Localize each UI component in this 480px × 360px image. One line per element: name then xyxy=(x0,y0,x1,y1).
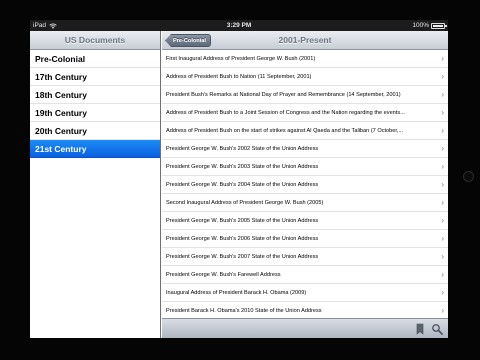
document-row[interactable]: President George W. Bush's 2003 State of… xyxy=(162,158,448,176)
chevron-right-icon: › xyxy=(441,306,444,315)
chevron-right-icon: › xyxy=(441,198,444,207)
home-button[interactable] xyxy=(463,171,474,182)
century-item[interactable]: 18th Century xyxy=(30,86,160,104)
document-title: Inaugural Address of President Barack H.… xyxy=(166,290,307,296)
document-row[interactable]: First Inaugural Address of President Geo… xyxy=(162,50,448,68)
chevron-right-icon: › xyxy=(441,252,444,261)
document-row[interactable]: Address of President Bush to a Joint Ses… xyxy=(162,104,448,122)
document-row[interactable]: President George W. Bush's Farewell Addr… xyxy=(162,266,448,284)
document-title: President George W. Bush's Farewell Addr… xyxy=(166,272,281,278)
chevron-right-icon: › xyxy=(441,54,444,63)
century-item[interactable]: 21st Century xyxy=(30,140,160,158)
screen: iPad 3:29 PM 100% US Documents Pre-Colon… xyxy=(30,20,448,338)
document-row[interactable]: President George W. Bush's 2007 State of… xyxy=(162,248,448,266)
document-row[interactable]: President George W. Bush's 2006 State of… xyxy=(162,230,448,248)
search-icon[interactable] xyxy=(431,323,443,335)
chevron-right-icon: › xyxy=(441,216,444,225)
document-row[interactable]: Inaugural Address of President Barack H.… xyxy=(162,284,448,302)
bookmark-icon[interactable] xyxy=(414,323,426,335)
document-list: First Inaugural Address of President Geo… xyxy=(162,50,448,320)
battery-indicator: 100% xyxy=(412,20,447,31)
battery-percent: 100% xyxy=(412,22,429,29)
detail-title: 2001-Present xyxy=(278,35,332,45)
chevron-right-icon: › xyxy=(441,108,444,117)
detail-pane: Pre-Colonial 2001-Present First Inaugura… xyxy=(162,31,448,338)
document-title: President George W. Bush's 2004 State of… xyxy=(166,182,319,188)
document-row[interactable]: President George W. Bush's 2002 State of… xyxy=(162,140,448,158)
document-title: President George W. Bush's 2007 State of… xyxy=(166,254,319,260)
document-title: President George W. Bush's 2002 State of… xyxy=(166,146,319,152)
bottom-toolbar xyxy=(162,318,448,338)
chevron-right-icon: › xyxy=(441,126,444,135)
document-row[interactable]: President George W. Bush's 2005 State of… xyxy=(162,212,448,230)
master-title: US Documents xyxy=(64,35,126,45)
battery-icon xyxy=(431,22,447,29)
century-item[interactable]: Pre-Colonial xyxy=(30,50,160,68)
document-title: Address of President Bush to Nation (11 … xyxy=(166,74,312,80)
back-button[interactable]: Pre-Colonial xyxy=(165,34,211,47)
chevron-right-icon: › xyxy=(441,72,444,81)
detail-nav-bar: Pre-Colonial 2001-Present xyxy=(162,31,448,50)
document-title: President Bush's Remarks at National Day… xyxy=(166,92,401,98)
document-row[interactable]: President George W. Bush's 2004 State of… xyxy=(162,176,448,194)
document-row[interactable]: Address of President Bush on the start o… xyxy=(162,122,448,140)
document-title: President George W. Bush's 2005 State of… xyxy=(166,218,319,224)
status-bar: iPad 3:29 PM 100% xyxy=(30,20,448,31)
document-row[interactable]: Address of President Bush to Nation (11 … xyxy=(162,68,448,86)
chevron-right-icon: › xyxy=(441,144,444,153)
document-title: Second Inaugural Address of President Ge… xyxy=(166,200,324,206)
chevron-right-icon: › xyxy=(441,180,444,189)
chevron-right-icon: › xyxy=(441,234,444,243)
century-item[interactable]: 20th Century xyxy=(30,122,160,140)
document-row[interactable]: President Bush's Remarks at National Day… xyxy=(162,86,448,104)
document-title: President George W. Bush's 2006 State of… xyxy=(166,236,319,242)
document-row[interactable]: Second Inaugural Address of President Ge… xyxy=(162,194,448,212)
chevron-right-icon: › xyxy=(441,288,444,297)
chevron-right-icon: › xyxy=(441,90,444,99)
century-item[interactable]: 19th Century xyxy=(30,104,160,122)
chevron-right-icon: › xyxy=(441,162,444,171)
master-nav-bar: US Documents xyxy=(30,31,160,50)
chevron-right-icon: › xyxy=(441,270,444,279)
century-list: Pre-Colonial 17th Century 18th Century 19th… xyxy=(30,50,160,158)
document-title: President Barack H. Obama's 2010 State o… xyxy=(166,308,322,314)
status-time: 3:29 PM xyxy=(226,22,252,29)
century-item[interactable]: 17th Century xyxy=(30,68,160,86)
document-title: First Inaugural Address of President Geo… xyxy=(166,56,316,62)
document-title: President George W. Bush's 2003 State of… xyxy=(166,164,319,170)
document-title: Address of President Bush on the start o… xyxy=(166,128,404,134)
master-pane: US Documents Pre-Colonial 17th Century 18t… xyxy=(30,31,161,338)
document-title: Address of President Bush to a Joint Ses… xyxy=(166,110,405,116)
